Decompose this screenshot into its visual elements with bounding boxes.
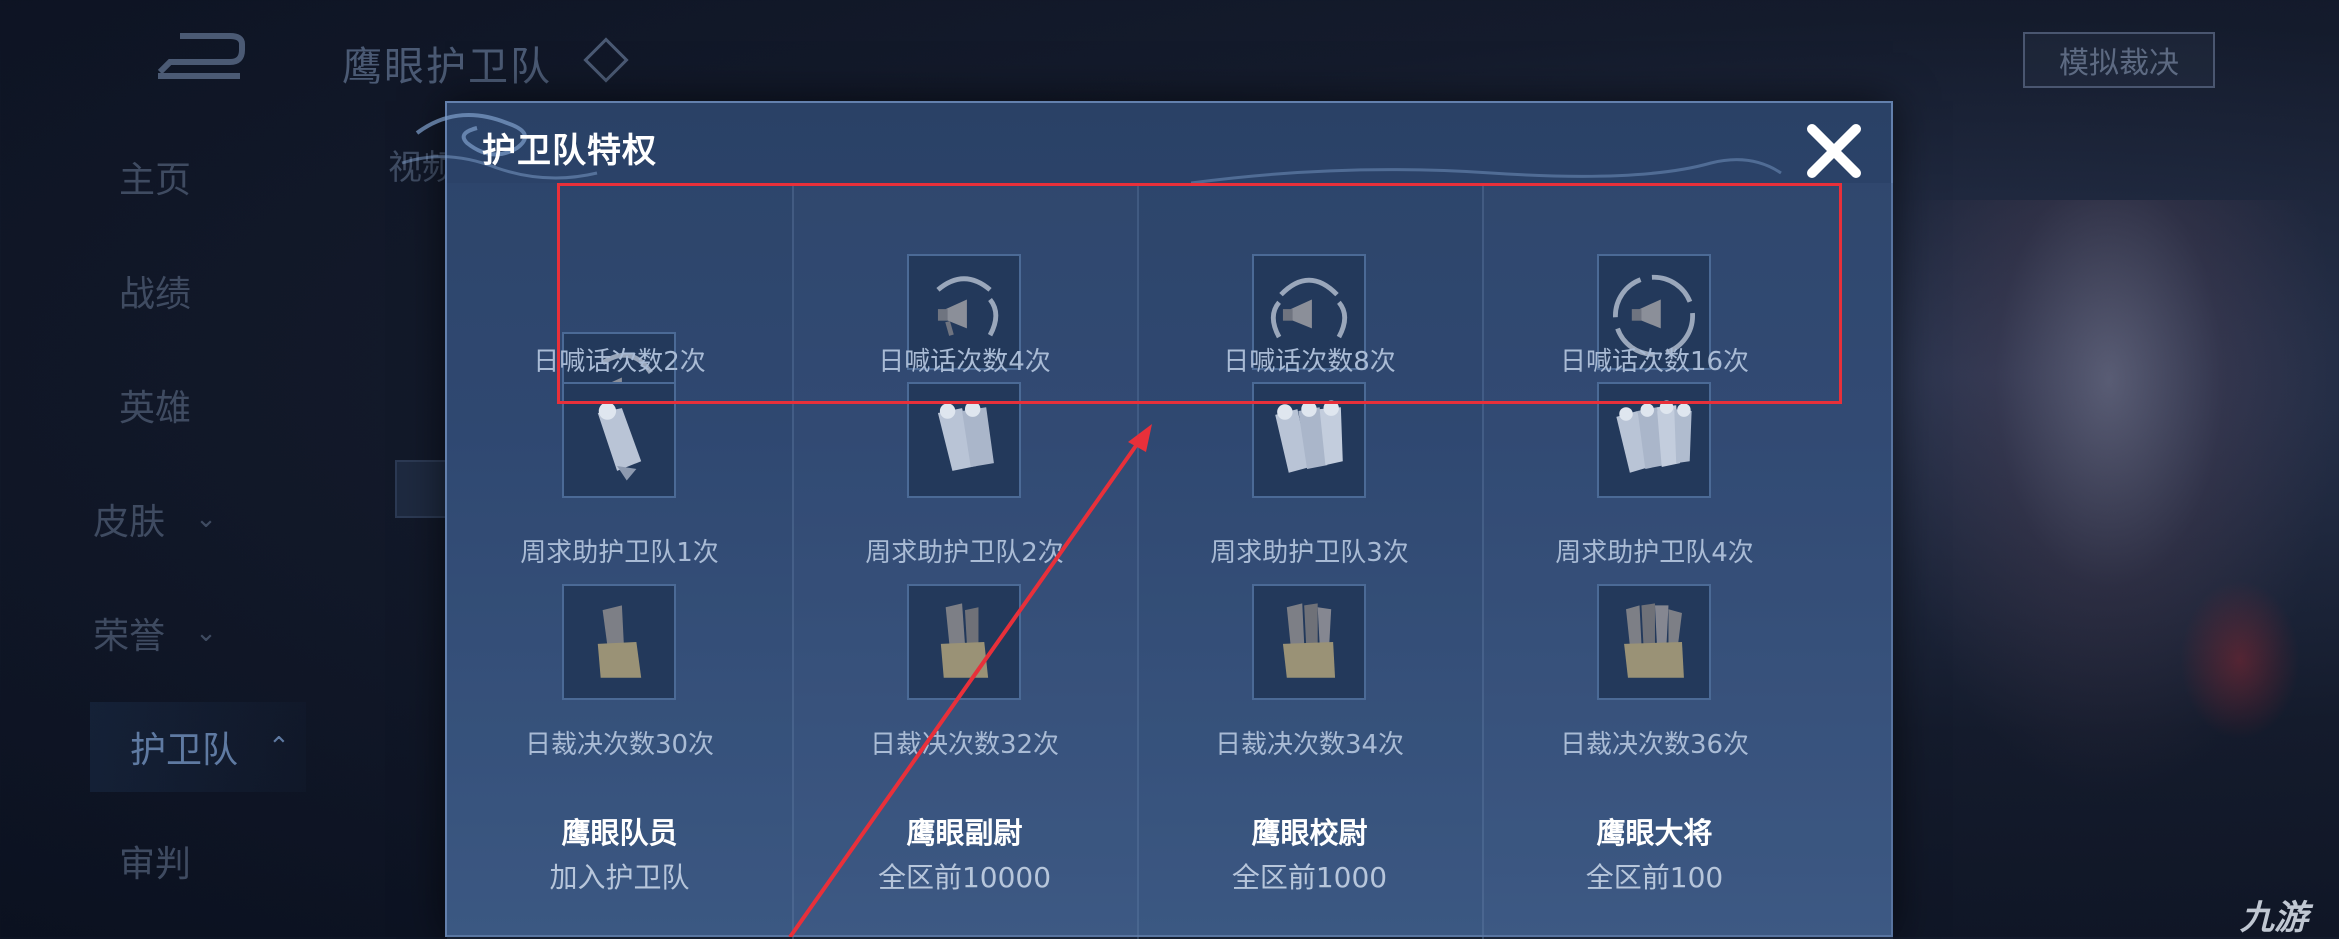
scroll-icon (562, 382, 676, 498)
shout-count-label: 日喊话次数2次 (533, 347, 706, 377)
column-divider (1137, 183, 1139, 939)
sidebar-item-label: 战绩 (118, 274, 191, 315)
rank-title: 鹰眼队员 (561, 816, 678, 850)
privilege-column: 日喊话次数2次 周求助护卫队1次 日裁决次数30次 鹰眼队员 加入护卫队 (447, 183, 792, 939)
column-divider (792, 183, 794, 939)
chevron-down-icon: ⌄ (195, 504, 217, 534)
sidebar-item-stats[interactable]: 战绩 (0, 246, 310, 336)
verdict-count-label: 日裁决次数32次 (869, 730, 1060, 760)
privilege-column: 日喊话次数16次 周求助护卫队4次 日裁决次数36次 鹰眼大将 全区前100 (1482, 183, 1893, 939)
rank-title: 鹰眼副尉 (906, 816, 1023, 850)
shout-count-label: 日喊话次数8次 (1223, 347, 1396, 377)
shout-count-label: 日喊话次数4次 (878, 347, 1051, 377)
rank-requirement: 加入护卫队 (549, 861, 690, 894)
privilege-column: 日喊话次数8次 周求助护卫队3次 日裁决次数34次 鹰眼校尉 全区前1000 (1137, 183, 1482, 939)
help-count-label: 周求助护卫队4次 (1555, 538, 1754, 568)
gauntlet-icon (1597, 584, 1711, 700)
scroll-icon (907, 382, 1021, 498)
help-count-label: 周求助护卫队3次 (1210, 538, 1409, 568)
shout-count-label: 日喊话次数16次 (1559, 347, 1750, 377)
watermark-logo: 九游 (2240, 898, 2308, 938)
sidebar-item-label: 主页 (118, 160, 191, 201)
rank-title: 鹰眼大将 (1596, 816, 1713, 850)
chevron-up-icon: ⌃ (268, 732, 290, 762)
gauntlet-icon (1252, 584, 1366, 700)
page-title: 鹰眼护卫队 (342, 44, 552, 90)
gauntlet-icon (907, 584, 1021, 700)
sidebar-item-label: 英雄 (118, 388, 191, 429)
dialog-title: 护卫队特权 (482, 131, 657, 171)
rank-requirement: 全区前100 (1585, 861, 1724, 894)
simulate-verdict-button[interactable]: 模拟裁决 (2023, 32, 2215, 88)
column-divider (1482, 183, 1484, 939)
verdict-count-label: 日裁决次数30次 (524, 730, 715, 760)
privilege-grid: 日喊话次数2次 周求助护卫队1次 日裁决次数30次 鹰眼队员 加入护卫队 日喊话… (447, 183, 1895, 939)
sidebar: 主页 战绩 英雄 皮肤 ⌄ 荣誉 ⌄ 护卫队 ⌃ 审判 (0, 0, 310, 937)
privilege-column: 日喊话次数4次 周求助护卫队2次 日裁决次数32次 鹰眼副尉 全区前10000 (792, 183, 1137, 939)
sidebar-item-judge[interactable]: 审判 (0, 816, 310, 906)
sidebar-item-label: 皮肤 (93, 502, 166, 543)
sidebar-item-honor[interactable]: 荣誉 ⌄ (0, 588, 310, 678)
verdict-count-label: 日裁决次数34次 (1214, 730, 1405, 760)
gauntlet-icon (562, 584, 676, 700)
chevron-down-icon: ⌄ (195, 618, 217, 648)
scroll-icon (1597, 382, 1711, 498)
sidebar-item-label: 审判 (118, 844, 191, 885)
sidebar-item-label: 护卫队 (130, 730, 239, 771)
help-count-label: 周求助护卫队2次 (865, 538, 1064, 568)
sidebar-item-home[interactable]: 主页 (0, 132, 310, 222)
rank-title: 鹰眼校尉 (1251, 816, 1368, 850)
rank-requirement: 全区前10000 (877, 861, 1052, 894)
sidebar-item-heroes[interactable]: 英雄 (0, 360, 310, 450)
scroll-icon (1252, 382, 1366, 498)
character-artwork-accent (2180, 580, 2300, 740)
sidebar-item-skins[interactable]: 皮肤 ⌄ (0, 474, 310, 564)
sidebar-item-guard[interactable]: 护卫队 ⌃ (90, 702, 306, 792)
close-icon[interactable] (1804, 121, 1864, 181)
rank-requirement: 全区前1000 (1231, 861, 1388, 894)
help-count-label: 周求助护卫队1次 (520, 538, 719, 568)
help-diamond-icon[interactable] (583, 37, 629, 83)
sidebar-item-label: 荣誉 (93, 616, 166, 657)
verdict-count-label: 日裁决次数36次 (1559, 730, 1750, 760)
privilege-dialog: 护卫队特权 日喊话次数2次 周求助护卫队1次 日裁决次数30次 鹰眼队员 加入护… (401, 101, 1895, 939)
